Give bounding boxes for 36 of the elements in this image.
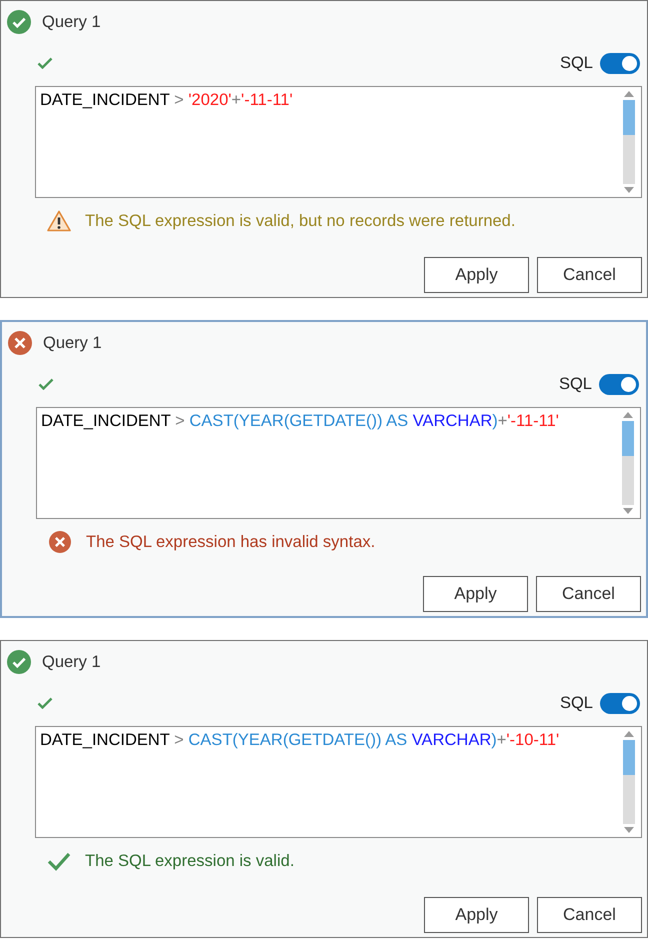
sql-expression: DATE_INCIDENT > CAST(YEAR(GETDATE()) AS VARCHAR)+'-11-11': [40, 411, 560, 432]
cancel-button[interactable]: Cancel: [537, 257, 642, 293]
scrollbar[interactable]: [623, 91, 635, 193]
scroll-up-icon[interactable]: [623, 412, 633, 418]
query-title: Query 1: [42, 12, 101, 32]
checkmark-icon[interactable]: [37, 697, 53, 709]
scrollbar[interactable]: [623, 731, 635, 833]
sql-editor[interactable]: DATE_INCIDENT > CAST(YEAR(GETDATE()) AS VARCHAR)+'-10-11': [35, 726, 642, 838]
apply-button[interactable]: Apply: [424, 897, 529, 933]
apply-button[interactable]: Apply: [423, 576, 528, 612]
apply-button[interactable]: Apply: [424, 257, 529, 293]
checkmark-icon[interactable]: [37, 57, 53, 69]
sql-toggle[interactable]: [599, 374, 639, 394]
sql-editor[interactable]: DATE_INCIDENT > CAST(YEAR(GETDATE()) AS VARCHAR)+'-11-11': [36, 407, 641, 519]
scrollbar[interactable]: [622, 412, 634, 514]
sql-label: SQL: [558, 374, 592, 394]
validation-message: The SQL expression is valid, but no records were returned.: [85, 212, 516, 230]
cancel-button[interactable]: Cancel: [536, 576, 641, 612]
scroll-up-icon[interactable]: [624, 731, 634, 737]
sql-label: SQL: [560, 694, 593, 712]
query-title: Query 1: [42, 652, 101, 672]
checkmark-icon[interactable]: [38, 378, 54, 390]
validation-message: The SQL expression has invalid syntax.: [86, 532, 376, 552]
scroll-down-icon[interactable]: [623, 508, 633, 514]
query-title: Query 1: [43, 334, 102, 352]
scroll-down-icon[interactable]: [624, 827, 634, 833]
cancel-button[interactable]: Cancel: [537, 897, 642, 933]
sql-toggle[interactable]: [600, 52, 640, 74]
sql-editor[interactable]: DATE_INCIDENT > '2020'+'-11-11': [35, 86, 642, 198]
sql-expression: DATE_INCIDENT > CAST(YEAR(GETDATE()) AS VARCHAR)+'-10-11': [39, 730, 560, 751]
sql-toggle[interactable]: [600, 692, 640, 714]
sql-expression: DATE_INCIDENT > '2020'+'-11-11': [39, 90, 294, 111]
scroll-up-icon[interactable]: [624, 91, 634, 97]
scroll-down-icon[interactable]: [624, 187, 634, 193]
validation-message: The SQL expression is valid.: [85, 852, 294, 870]
sql-label: SQL: [560, 54, 593, 72]
